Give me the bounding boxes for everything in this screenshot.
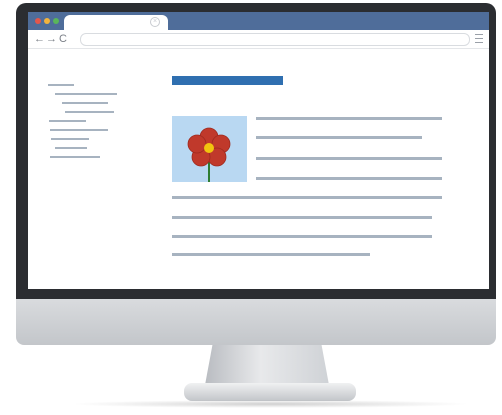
monitor-shadow: [70, 400, 470, 408]
text-line: [172, 235, 432, 238]
reload-icon[interactable]: C: [59, 31, 67, 47]
monitor-stand-base: [184, 383, 356, 401]
browser-nav-bar: ← → C: [28, 30, 489, 49]
sidebar-line: [50, 129, 108, 131]
hamburger-menu-icon[interactable]: [475, 34, 483, 43]
monitor-chin: [16, 299, 496, 345]
forward-arrow-icon[interactable]: →: [46, 31, 57, 47]
maximize-window-dot[interactable]: [53, 18, 59, 24]
image-placeholder: [172, 116, 247, 182]
sidebar-line: [50, 156, 100, 158]
text-line: [172, 196, 442, 199]
address-bar[interactable]: [80, 33, 470, 46]
close-window-dot[interactable]: [35, 18, 41, 24]
text-line: [256, 136, 422, 139]
sidebar-line: [49, 120, 86, 122]
text-line: [256, 157, 442, 160]
monitor-screen: × ← → C: [28, 12, 489, 289]
illustration: × ← → C: [0, 0, 502, 415]
text-line: [172, 216, 432, 219]
heading-placeholder-bar: [172, 76, 283, 85]
flower-icon: [187, 127, 231, 182]
text-line: [256, 117, 442, 120]
monitor-stand-neck: [205, 345, 329, 385]
sidebar-line: [65, 111, 114, 113]
back-arrow-icon[interactable]: ←: [34, 31, 45, 47]
text-line: [172, 253, 370, 256]
sidebar-line: [55, 147, 87, 149]
browser-tab-bar: ×: [28, 12, 489, 30]
text-line: [256, 177, 442, 180]
sidebar-line: [51, 138, 89, 140]
sidebar-line: [62, 102, 108, 104]
minimize-window-dot[interactable]: [44, 18, 50, 24]
sidebar-line: [55, 93, 117, 95]
browser-tab[interactable]: ×: [64, 15, 168, 30]
sidebar-line: [48, 84, 74, 86]
tab-close-icon[interactable]: ×: [150, 17, 160, 27]
